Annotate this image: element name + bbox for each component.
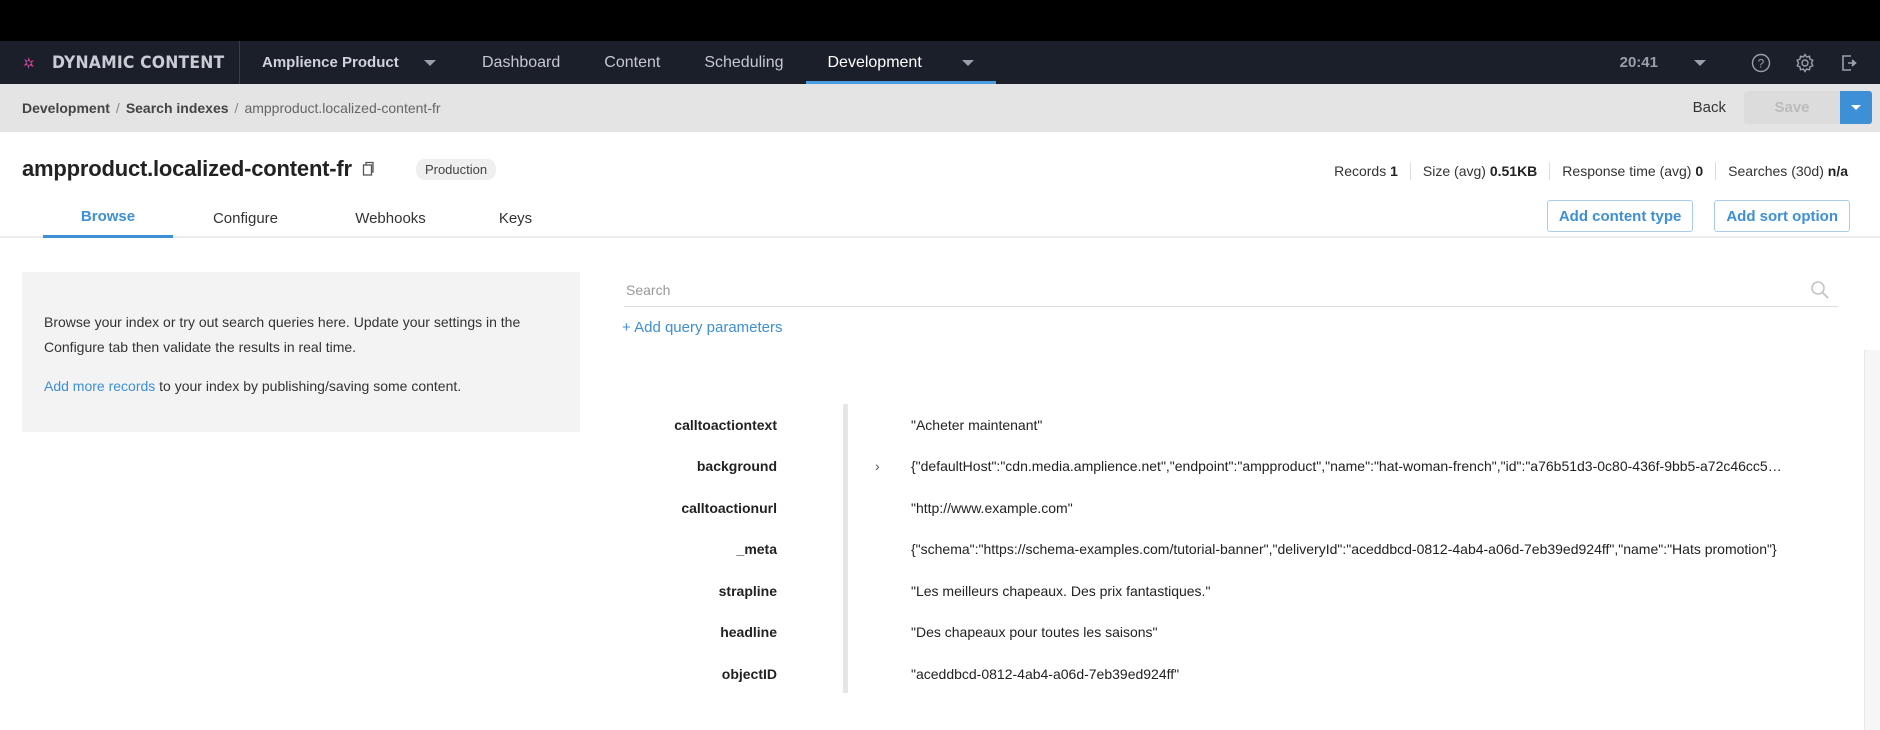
- index-header: ampproduct.localized-content-fr Producti…: [0, 132, 1880, 238]
- record-field: objectID "aceddbcd-0812-4ab4-a06d-7eb39e…: [624, 653, 1782, 695]
- stat-size: Size (avg) 0.51KB: [1411, 162, 1551, 180]
- field-key: calltoactionurl: [681, 499, 777, 516]
- record-field: headline "Des chapeaux pour toutes les s…: [624, 612, 1782, 654]
- info-text-records: Add more records to your index by publis…: [44, 374, 558, 399]
- scrollbar[interactable]: [1864, 350, 1880, 730]
- copy-icon[interactable]: [360, 161, 376, 177]
- hub-selector[interactable]: Amplience Product: [240, 41, 460, 84]
- add-content-type-button[interactable]: Add content type: [1546, 200, 1694, 232]
- chevron-down-icon[interactable]: [961, 59, 974, 66]
- field-key: headline: [720, 624, 777, 641]
- breadcrumb-bar: Development / Search indexes / ampproduc…: [0, 84, 1880, 132]
- nav-tab-label: Content: [604, 53, 661, 71]
- main-nav-tabs: Dashboard Content Scheduling Development: [460, 41, 997, 84]
- breadcrumb-separator: /: [115, 100, 120, 116]
- stat-value: 0: [1695, 163, 1704, 179]
- field-value: "Acheter maintenant": [911, 416, 1043, 433]
- field-value: {"schema":"https://schema-examples.com/t…: [911, 541, 1777, 558]
- save-options-button[interactable]: [1840, 91, 1872, 124]
- search-input[interactable]: [624, 274, 1838, 306]
- field-value: "Les meilleurs chapeaux. Des prix fantas…: [911, 582, 1211, 599]
- chevron-down-icon: [424, 59, 436, 66]
- record-view: calltoactiontext "Acheter maintenant" ba…: [624, 404, 1782, 695]
- chevron-down-icon[interactable]: [1694, 59, 1706, 66]
- search-field: [624, 274, 1838, 307]
- svg-text:?: ?: [1758, 56, 1765, 70]
- info-text-rest: to your index by publishing/saving some …: [155, 378, 462, 394]
- tab-webhooks[interactable]: Webhooks: [318, 198, 463, 238]
- save-button[interactable]: Save: [1744, 91, 1840, 124]
- page-actions: Back Save: [1693, 91, 1872, 124]
- field-value: "Des chapeaux pour toutes les saisons": [911, 624, 1158, 641]
- record-field: _meta {"schema":"https://schema-examples…: [624, 529, 1782, 571]
- chevron-down-icon: [1851, 105, 1861, 110]
- gear-icon[interactable]: [1794, 52, 1816, 74]
- environment-badge: Production: [415, 158, 497, 180]
- nav-right-tools: 20:41 ?: [1620, 41, 1880, 84]
- index-tabs: Browse Configure Webhooks Keys: [43, 198, 568, 238]
- browse-info-panel: Browse your index or try out search quer…: [22, 272, 580, 432]
- tab-keys[interactable]: Keys: [463, 198, 568, 238]
- field-value: "http://www.example.com": [911, 499, 1073, 516]
- field-value: "aceddbcd-0812-4ab4-a06d-7eb39ed924ff": [911, 665, 1180, 682]
- window-top-bar: [0, 0, 1880, 41]
- nav-tab-scheduling[interactable]: Scheduling: [682, 41, 805, 84]
- stat-label: Searches (30d): [1728, 163, 1824, 179]
- dynamic-content-logo-icon: [23, 56, 35, 69]
- breadcrumb-development[interactable]: Development: [22, 100, 110, 116]
- header-actions: Add content type Add sort option: [1526, 200, 1850, 232]
- nav-tab-label: Dashboard: [482, 53, 561, 71]
- nav-tab-label: Scheduling: [704, 53, 784, 71]
- chevron-right-icon[interactable]: ›: [875, 458, 911, 474]
- stat-searches: Searches (30d) n/a: [1716, 162, 1848, 180]
- nav-tab-content[interactable]: Content: [582, 41, 682, 84]
- stat-value: 0.51KB: [1489, 163, 1538, 179]
- record-field: calltoactiontext "Acheter maintenant": [624, 404, 1782, 446]
- nav-tab-dashboard[interactable]: Dashboard: [460, 41, 582, 84]
- stat-label: Response time (avg): [1562, 163, 1692, 179]
- page-title: ampproduct.localized-content-fr: [22, 156, 352, 181]
- help-icon[interactable]: ?: [1750, 52, 1772, 74]
- record-field: strapline "Les meilleurs chapeaux. Des p…: [624, 570, 1782, 612]
- stat-records: Records 1: [1334, 162, 1411, 180]
- info-text: Browse your index or try out search quer…: [44, 314, 521, 355]
- brand-logo[interactable]: DYNAMIC CONTENT: [0, 41, 240, 84]
- clock: 20:41: [1619, 54, 1658, 71]
- back-button[interactable]: Back: [1693, 99, 1726, 116]
- stat-value: n/a: [1827, 163, 1848, 179]
- logout-icon[interactable]: [1838, 52, 1860, 74]
- record-field: calltoactionurl "http://www.example.com": [624, 487, 1782, 529]
- top-navigation: DYNAMIC CONTENT Amplience Product Dashbo…: [0, 41, 1880, 84]
- record-field: background › {"defaultHost":"cdn.media.a…: [624, 446, 1782, 488]
- field-key: objectID: [721, 665, 777, 682]
- field-key: background: [696, 458, 777, 475]
- nav-tab-label: Development: [827, 53, 922, 71]
- field-key: _meta: [736, 541, 777, 558]
- breadcrumb-separator: /: [234, 100, 239, 116]
- hub-name: Amplience Product: [262, 54, 399, 71]
- stat-label: Records: [1334, 163, 1387, 179]
- breadcrumb-search-indexes[interactable]: Search indexes: [126, 100, 229, 116]
- index-stats: Records 1 Size (avg) 0.51KB Response tim…: [1334, 162, 1848, 180]
- record-divider: [843, 404, 848, 693]
- stat-value: 1: [1390, 163, 1398, 179]
- brand-name: DYNAMIC CONTENT: [51, 52, 225, 73]
- add-sort-option-button[interactable]: Add sort option: [1714, 200, 1850, 232]
- search-icon[interactable]: [1810, 280, 1830, 300]
- field-key: calltoactiontext: [674, 416, 777, 433]
- breadcrumb-current: ampproduct.localized-content-fr: [244, 100, 441, 116]
- title-row: ampproduct.localized-content-fr Producti…: [22, 156, 497, 182]
- add-more-records-link[interactable]: Add more records: [44, 378, 155, 394]
- field-key: strapline: [718, 582, 777, 599]
- stat-response-time: Response time (avg) 0: [1550, 162, 1717, 180]
- nav-tab-development[interactable]: Development: [805, 41, 997, 84]
- add-query-parameters-link[interactable]: + Add query parameters: [622, 319, 783, 336]
- stat-label: Size (avg): [1422, 163, 1486, 179]
- tab-browse[interactable]: Browse: [43, 198, 173, 238]
- field-value: {"defaultHost":"cdn.media.amplience.net"…: [911, 458, 1782, 475]
- tab-configure[interactable]: Configure: [173, 198, 318, 238]
